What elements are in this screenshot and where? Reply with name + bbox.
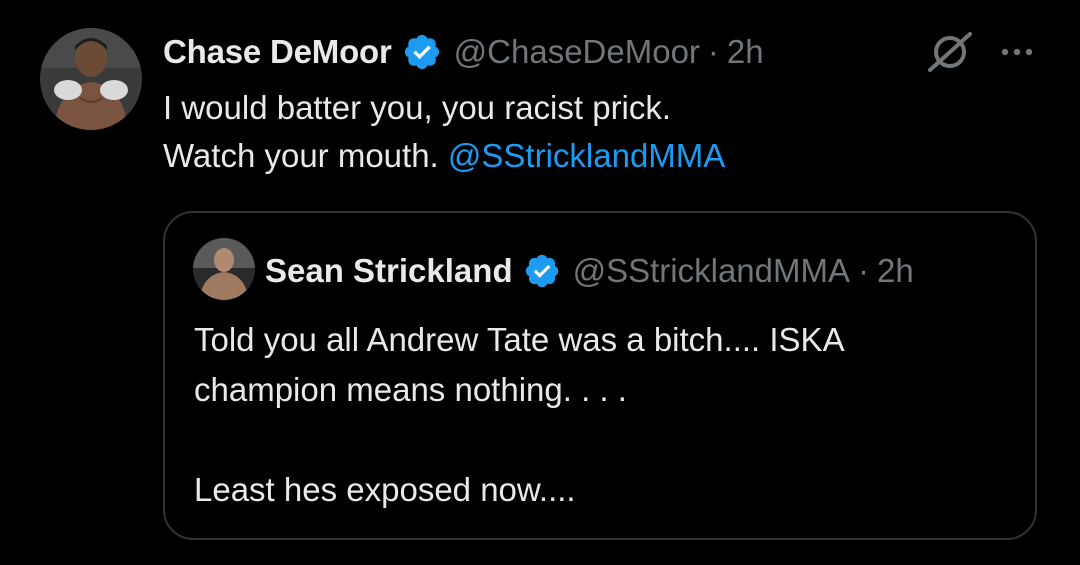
quoted-text-line: Told you all Andrew Tate was a bitch....… (194, 321, 845, 358)
author-handle[interactable]: @ChaseDeMoor (454, 33, 700, 71)
quoted-text-line (194, 415, 1014, 465)
quoted-tweet-card[interactable]: Sean Strickland @SStricklandMMA · 2h Tol… (163, 211, 1037, 540)
quoted-text-line: champion means nothing. . . . (194, 371, 627, 408)
grok-icon[interactable] (924, 30, 976, 74)
author-name[interactable]: Chase DeMoor (163, 33, 392, 71)
more-options-icon[interactable] (995, 30, 1039, 74)
tweet-text-segment: Watch your mouth. (163, 137, 448, 174)
quoted-author-avatar[interactable] (193, 238, 255, 300)
quoted-timestamp[interactable]: 2h (877, 252, 914, 290)
tweet-text-line: I would batter you, you racist prick. (163, 89, 672, 126)
quoted-author-handle[interactable]: @SStricklandMMA (573, 252, 850, 290)
author-avatar[interactable] (40, 28, 142, 130)
quoted-text-line: Least hes exposed now.... (194, 471, 576, 508)
mention-link[interactable]: @SStricklandMMA (448, 137, 725, 174)
verified-badge-icon[interactable] (523, 252, 561, 290)
quoted-tweet-header: Sean Strickland @SStricklandMMA · 2h (265, 249, 914, 293)
tweet-text: I would batter you, you racist prick. Wa… (163, 84, 1023, 180)
tweet-text-line: Watch your mouth. @SStricklandMMA (163, 132, 1023, 180)
verified-badge-icon[interactable] (402, 32, 442, 72)
tweet-header: Chase DeMoor @ChaseDeMoor · 2h (163, 28, 764, 76)
separator-dot: · (858, 252, 869, 289)
quoted-author-name[interactable]: Sean Strickland (265, 252, 513, 290)
timestamp[interactable]: 2h (727, 33, 764, 71)
quoted-tweet-text: Told you all Andrew Tate was a bitch....… (194, 315, 1014, 515)
separator-dot: · (707, 33, 719, 70)
